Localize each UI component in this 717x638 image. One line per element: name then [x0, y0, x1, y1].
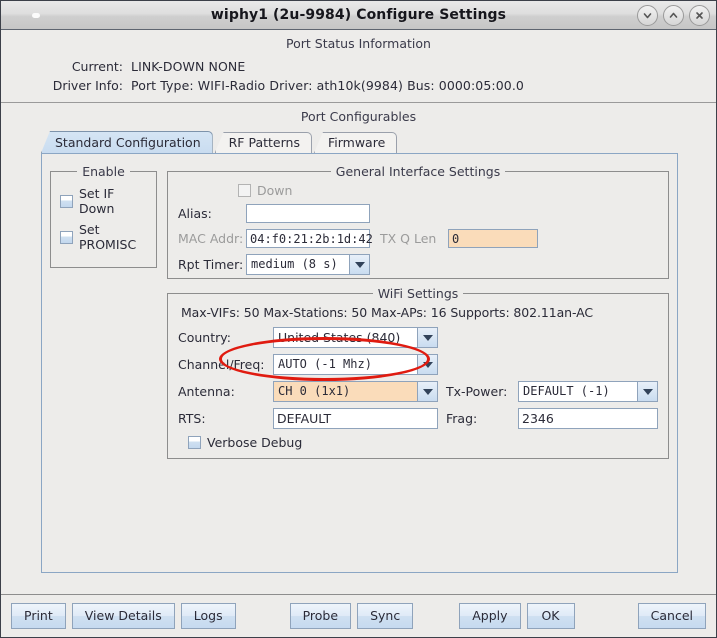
- port-status-heading: Port Status Information: [286, 36, 431, 51]
- down-checkbox[interactable]: [238, 184, 251, 197]
- wifi-capabilities-info: Max-VIFs: 50 Max-Stations: 50 Max-APs: 1…: [181, 305, 593, 320]
- configure-settings-window: wiphy1 (2u-9984) Configure Settings Port…: [0, 0, 717, 638]
- alias-label: Alias:: [178, 206, 212, 221]
- country-label: Country:: [178, 330, 231, 345]
- ok-button[interactable]: OK: [526, 603, 575, 629]
- probe-button[interactable]: Probe: [289, 603, 352, 629]
- rpt-timer-value: medium (8 s): [246, 254, 349, 275]
- logs-button[interactable]: Logs: [180, 603, 236, 629]
- channel-freq-combo[interactable]: AUTO (-1 Mhz): [273, 354, 438, 375]
- sync-button[interactable]: Sync: [357, 603, 414, 629]
- country-row: Country: United States (840): [178, 327, 658, 348]
- verbose-debug-label: Verbose Debug: [207, 435, 303, 450]
- tab-rf-patterns[interactable]: RF Patterns: [214, 132, 312, 153]
- txpower-combo[interactable]: DEFAULT (-1): [518, 381, 658, 402]
- channel-freq-row: Channel/Freq: AUTO (-1 Mhz): [178, 354, 658, 375]
- port-configurables-heading: Port Configurables: [300, 109, 417, 124]
- set-promisc-row[interactable]: Set PROMISC: [60, 222, 148, 252]
- set-promisc-label: Set PROMISC: [79, 222, 137, 252]
- tab-strip: Standard Configuration RF Patterns Firmw…: [41, 131, 716, 153]
- rpt-timer-label: Rpt Timer:: [178, 257, 244, 272]
- down-label: Down: [257, 183, 293, 198]
- view-details-button[interactable]: View Details: [71, 603, 175, 629]
- verbose-debug-row[interactable]: Verbose Debug: [188, 435, 658, 450]
- settings-column: General Interface Settings Down Alias: M…: [167, 162, 669, 459]
- mac-addr-row: MAC Addr: 04:f0:21:2b:1d:42 TX Q Len 0: [178, 229, 658, 248]
- antenna-combo[interactable]: CH 0 (1x1): [273, 381, 438, 402]
- mac-addr-value: 04:f0:21:2b:1d:42: [246, 229, 373, 248]
- verbose-debug-checkbox[interactable]: [188, 436, 201, 449]
- chevron-down-icon[interactable]: [417, 327, 438, 348]
- set-if-down-row[interactable]: Set IF Down: [60, 186, 148, 216]
- country-value: United States (840): [273, 327, 417, 348]
- rpt-timer-row: Rpt Timer: medium (8 s): [178, 254, 658, 275]
- window-controls: [637, 5, 710, 26]
- chevron-down-icon[interactable]: [417, 381, 438, 402]
- alias-row: Alias:: [178, 204, 658, 223]
- rpt-timer-combo[interactable]: medium (8 s): [246, 254, 370, 275]
- cancel-button[interactable]: Cancel: [637, 603, 706, 629]
- set-promisc-checkbox[interactable]: [60, 230, 73, 244]
- chevron-down-icon[interactable]: [417, 354, 438, 375]
- minimize-icon[interactable]: [637, 5, 658, 26]
- txpower-value: DEFAULT (-1): [518, 381, 637, 402]
- apply-button[interactable]: Apply: [459, 603, 521, 629]
- rts-label: RTS:: [178, 411, 206, 426]
- print-button[interactable]: Print: [11, 603, 66, 629]
- antenna-row: Antenna: CH 0 (1x1) Tx-Power: DEFAULT (-…: [178, 381, 658, 402]
- driver-info-row: Driver Info: Port Type: WIFI-Radio Driver…: [1, 76, 716, 95]
- driver-info-value: Port Type: WIFI-Radio Driver: ath10k(998…: [131, 78, 524, 93]
- enable-group-legend: Enable: [51, 164, 156, 179]
- title-bar: wiphy1 (2u-9984) Configure Settings: [1, 1, 716, 30]
- general-interface-legend: General Interface Settings: [168, 164, 668, 179]
- port-configurables-section: Port Configurables Standard Configuratio…: [1, 103, 716, 594]
- set-if-down-checkbox[interactable]: [60, 194, 73, 208]
- frag-input[interactable]: [518, 408, 658, 429]
- txpower-label: Tx-Power:: [446, 384, 508, 399]
- wifi-settings-group: WiFi Settings Max-VIFs: 50 Max-Stations:…: [167, 286, 669, 459]
- maximize-icon[interactable]: [663, 5, 684, 26]
- port-status-section: Port Status Information Current: LINK-DOW…: [1, 30, 716, 103]
- enable-group: Enable Set IF Down Set PROMISC: [50, 164, 157, 268]
- country-combo[interactable]: United States (840): [273, 327, 438, 348]
- chevron-down-icon[interactable]: [349, 254, 370, 275]
- txqlen-value[interactable]: 0: [448, 229, 538, 248]
- txqlen-label: TX Q Len: [380, 231, 437, 246]
- general-interface-settings-group: General Interface Settings Down Alias: M…: [167, 164, 669, 279]
- tab-standard-configuration[interactable]: Standard Configuration: [41, 131, 213, 153]
- down-row[interactable]: Down: [238, 183, 658, 198]
- driver-info-label: Driver Info:: [52, 78, 123, 93]
- window-title: wiphy1 (2u-9984) Configure Settings: [210, 7, 507, 23]
- current-label: Current:: [71, 59, 123, 74]
- mac-addr-label: MAC Addr:: [178, 231, 244, 246]
- current-value: LINK-DOWN NONE: [131, 59, 246, 74]
- frag-label: Frag:: [446, 411, 478, 426]
- standard-configuration-panel: Enable Set IF Down Set PROMISC General I…: [41, 153, 678, 573]
- footer-button-bar: Print View Details Logs Probe Sync Apply…: [1, 594, 716, 637]
- current-status-row: Current: LINK-DOWN NONE: [1, 57, 716, 76]
- antenna-label: Antenna:: [178, 384, 235, 399]
- rts-input[interactable]: [273, 408, 438, 429]
- close-icon[interactable]: [689, 5, 710, 26]
- antenna-value: CH 0 (1x1): [273, 381, 417, 402]
- channel-freq-label: Channel/Freq:: [178, 357, 265, 372]
- tab-firmware[interactable]: Firmware: [313, 132, 398, 153]
- set-if-down-label: Set IF Down: [79, 186, 115, 216]
- rts-frag-row: RTS: Frag:: [178, 408, 658, 429]
- alias-input[interactable]: [246, 204, 370, 223]
- chevron-down-icon[interactable]: [637, 381, 658, 402]
- wifi-settings-legend: WiFi Settings: [168, 286, 668, 301]
- channel-freq-value: AUTO (-1 Mhz): [273, 354, 417, 375]
